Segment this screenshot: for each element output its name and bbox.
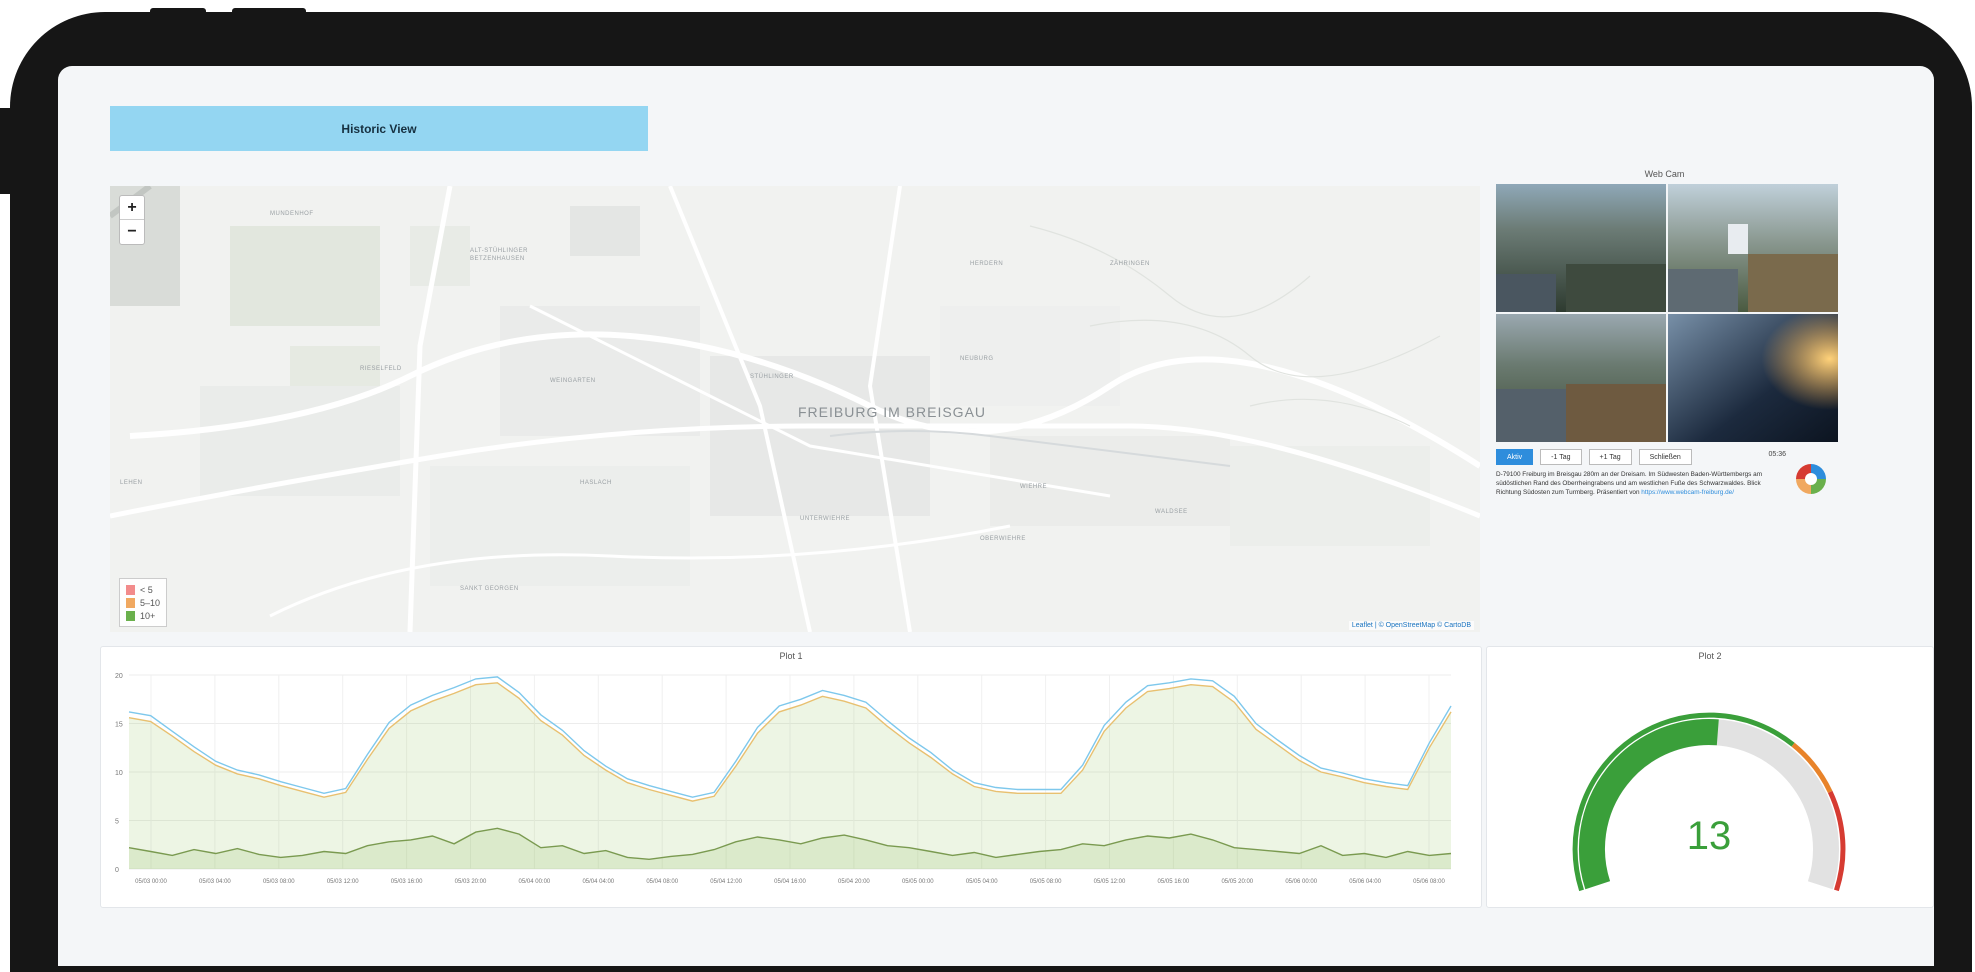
webcam-image[interactable] [1496, 314, 1666, 442]
webcam-next-day-button[interactable]: +1 Tag [1588, 449, 1632, 465]
webcam-description: D-79100 Freiburg im Breisgau 280m an der… [1496, 470, 1786, 497]
legend-label: 10+ [140, 610, 156, 621]
x-tick-label: 05/04 16:00 [774, 879, 806, 885]
map-district-label: LEHEN [120, 480, 143, 486]
y-tick-label: 0 [115, 867, 119, 874]
zoom-control: + − [119, 195, 145, 245]
x-tick-label: 05/05 20:00 [1221, 879, 1253, 885]
webcam-time: 05:36 [1768, 451, 1786, 458]
zoom-out-button[interactable]: − [120, 220, 144, 244]
map-district-label: NEUBURG [960, 356, 994, 362]
legend-swatch [126, 597, 135, 608]
x-tick-label: 05/04 00:00 [519, 879, 551, 885]
map-district-label: HASLACH [580, 480, 612, 486]
webcam-active-button[interactable]: Aktiv [1496, 449, 1534, 465]
map-district-label: WIEHRE [1020, 484, 1047, 490]
y-tick-label: 20 [115, 673, 123, 680]
x-tick-label: 05/05 16:00 [1158, 879, 1190, 885]
webcam-image[interactable] [1668, 314, 1838, 442]
x-tick-label: 05/05 12:00 [1094, 879, 1126, 885]
x-tick-label: 05/04 04:00 [582, 879, 614, 885]
tablet-button [232, 8, 306, 22]
gauge-value: 13 [1687, 814, 1732, 858]
y-tick-label: 5 [115, 819, 119, 826]
map-district-label: WALDSEE [1155, 509, 1188, 515]
map-attribution-link[interactable]: Leaflet | © OpenStreetMap © CartoDB [1348, 621, 1474, 630]
map-legend: < 5 5–10 10+ [119, 578, 168, 627]
x-tick-label: 05/03 20:00 [455, 879, 487, 885]
plot1-title: Plot 1 [779, 651, 803, 661]
plot1-panel: Plot 1 0 5 10 15 20 05/03 00:00 05/03 04:00 05/… [100, 646, 1482, 908]
map-tiles [110, 186, 1480, 632]
zoom-in-button[interactable]: + [120, 196, 144, 220]
gauge-chart: 13 [1572, 712, 1846, 892]
x-tick-label: 05/06 00:00 [1285, 879, 1317, 885]
map-district-label: ALT-STÜHLINGER [470, 248, 528, 254]
map-district-label: MUNDENHOF [270, 211, 314, 217]
webcam-image[interactable] [1496, 184, 1666, 312]
plot2-title: Plot 2 [1698, 651, 1722, 661]
map-district-label: ZÄHRINGEN [1110, 261, 1150, 267]
map-district-label: WEINGARTEN [550, 378, 596, 384]
map-panel[interactable]: + − MUNDENHOF ALT-STÜHLINGER BETZENHAUSE… [110, 186, 1480, 632]
webcam-prev-day-button[interactable]: -1 Tag [1540, 449, 1582, 465]
series-area [129, 682, 1451, 869]
map-district-label: STÜHLINGER [750, 374, 794, 380]
x-tick-label: 05/03 16:00 [391, 879, 423, 885]
x-tick-label: 05/03 08:00 [263, 879, 295, 885]
map-district-label: BETZENHAUSEN [470, 256, 525, 262]
historic-view-button[interactable]: Historic View [110, 106, 648, 151]
legend-label: 5–10 [140, 597, 161, 608]
y-tick-label: 10 [115, 770, 123, 777]
legend-label: < 5 [140, 584, 153, 595]
x-tick-label: 05/04 20:00 [838, 879, 870, 885]
map-district-label: HERDERN [970, 261, 1004, 267]
dashboard-screen: Historic View + − MUNDENHOF ALT-STÜHLING… [58, 66, 1934, 966]
webcam-logo-icon [1796, 464, 1826, 494]
x-tick-label: 05/03 00:00 [135, 879, 167, 885]
legend-swatch [126, 610, 135, 621]
x-tick-label: 05/03 04:00 [199, 879, 231, 885]
x-tick-label: 05/03 12:00 [327, 879, 359, 885]
webcam-panel: Web Cam Aktiv -1 Tag +1 Tag Schließen 05… [1492, 166, 1838, 606]
webcam-close-button[interactable]: Schließen [1638, 449, 1692, 465]
plot2-panel: Plot 2 13 [1486, 646, 1934, 908]
y-tick-label: 15 [115, 722, 123, 729]
map-city-label: FREIBURG IM BREISGAU [798, 404, 987, 420]
webcam-image[interactable] [1668, 184, 1838, 312]
map-district-label: SANKT GEORGEN [460, 586, 519, 592]
x-tick-label: 05/05 00:00 [902, 879, 934, 885]
x-tick-label: 05/04 12:00 [710, 879, 742, 885]
webcam-link[interactable]: https://www.webcam-freiburg.de/ [1641, 489, 1734, 496]
x-tick-label: 05/05 04:00 [966, 879, 998, 885]
x-tick-label: 05/05 08:00 [1030, 879, 1062, 885]
map-district-label: RIESELFELD [360, 366, 402, 372]
webcam-grid [1496, 184, 1838, 442]
webcam-controls: Aktiv -1 Tag +1 Tag Schließen 05:36 [1496, 448, 1832, 466]
webcam-title: Web Cam [1644, 169, 1685, 179]
x-tick-label: 05/06 08:00 [1413, 879, 1445, 885]
plot1-chart: 0 5 10 15 20 05/03 00:00 05/03 04:00 05/03 08:0… [115, 673, 1452, 885]
tablet-side-button [0, 108, 20, 194]
x-tick-label: 05/06 04:00 [1349, 879, 1381, 885]
map-district-label: OBERWIEHRE [980, 536, 1026, 542]
x-tick-label: 05/04 08:00 [646, 879, 678, 885]
tablet-button [150, 8, 206, 22]
map-district-label: UNTERWIEHRE [800, 516, 851, 522]
legend-swatch [126, 584, 135, 595]
